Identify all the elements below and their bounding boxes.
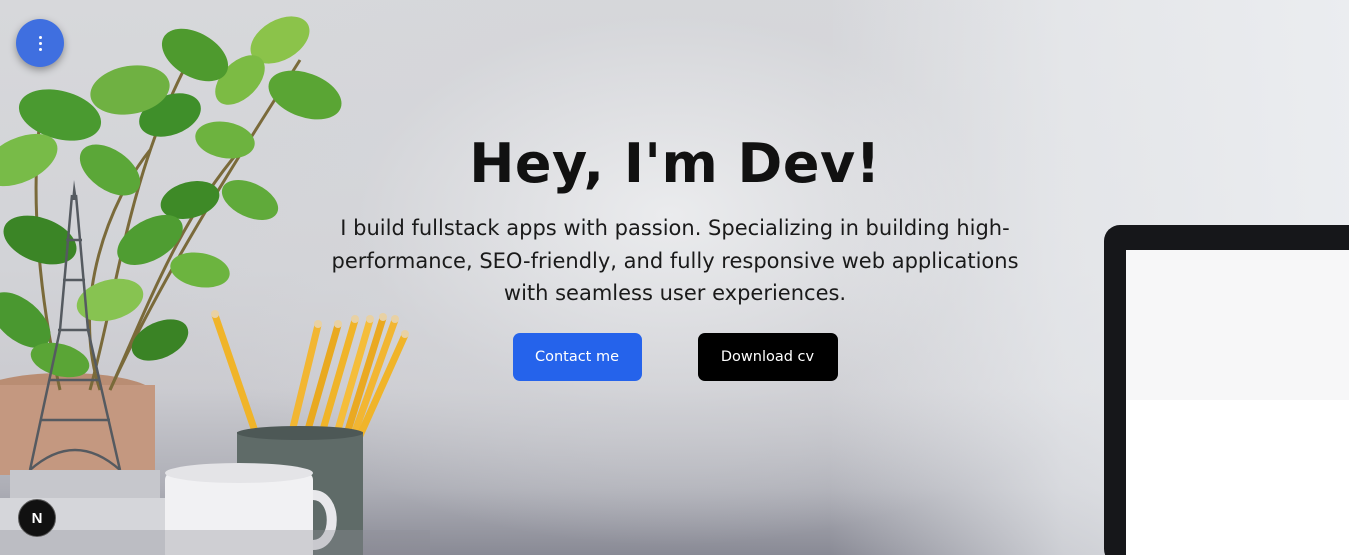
badge-letter: N — [31, 509, 43, 527]
laptop-image — [1104, 225, 1349, 555]
download-cv-button[interactable]: Download cv — [697, 332, 838, 381]
vertical-dots-icon — [38, 35, 42, 51]
hero-content: Hey, I'm Dev! I build fullstack apps wit… — [300, 126, 1050, 381]
hero-section: N Hey, I'm Dev! I build fullstack apps w… — [0, 0, 1349, 555]
contact-button[interactable]: Contact me — [512, 332, 642, 381]
nextjs-badge[interactable]: N — [18, 499, 56, 537]
hero-title: Hey, I'm Dev! — [469, 132, 881, 195]
menu-button[interactable] — [16, 19, 64, 67]
hero-subtitle: I build fullstack apps with passion. Spe… — [331, 216, 1019, 305]
hero-actions: Contact me Download cv — [300, 332, 1050, 381]
